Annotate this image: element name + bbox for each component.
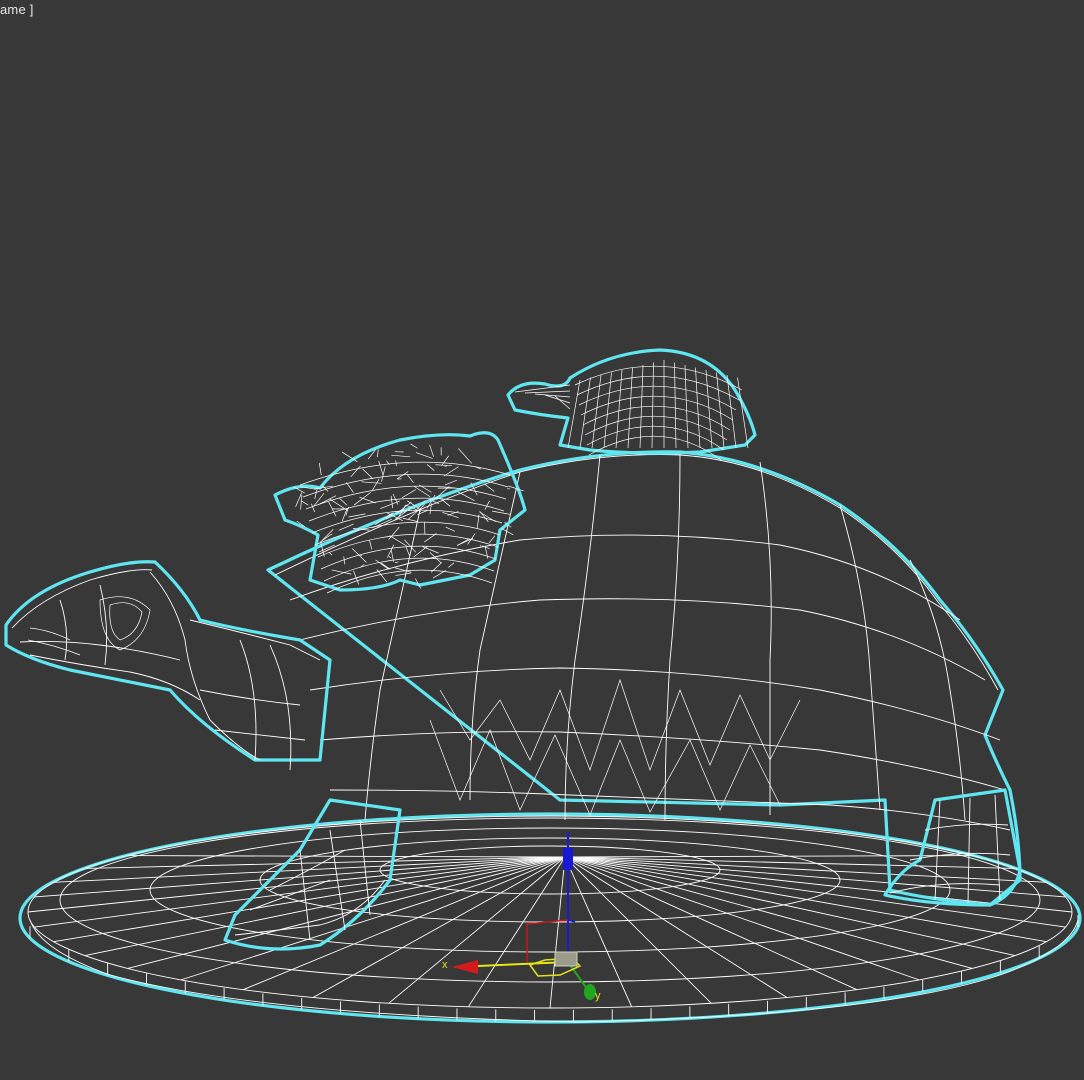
small-turtle-1-mesh (293, 443, 524, 594)
gizmo-x-handle[interactable] (452, 960, 478, 974)
base-spokes (27, 855, 1079, 1022)
big-turtle-head-wireframe (4, 560, 332, 771)
big-turtle-shell-wireframe (266, 450, 1022, 907)
gizmo-center[interactable] (554, 951, 578, 967)
small-turtle-2-mesh (514, 360, 749, 461)
base-plate-wireframe (18, 812, 1082, 1024)
gizmo-z-handle[interactable] (563, 848, 573, 870)
wireframe-scene[interactable]: x y (0, 0, 1084, 1080)
gizmo-x-label: x (442, 959, 448, 971)
small-turtle-2-wireframe (506, 348, 757, 461)
3d-viewport[interactable]: ame ] x y (0, 0, 1084, 1080)
gizmo-y-label: y (595, 990, 601, 1002)
